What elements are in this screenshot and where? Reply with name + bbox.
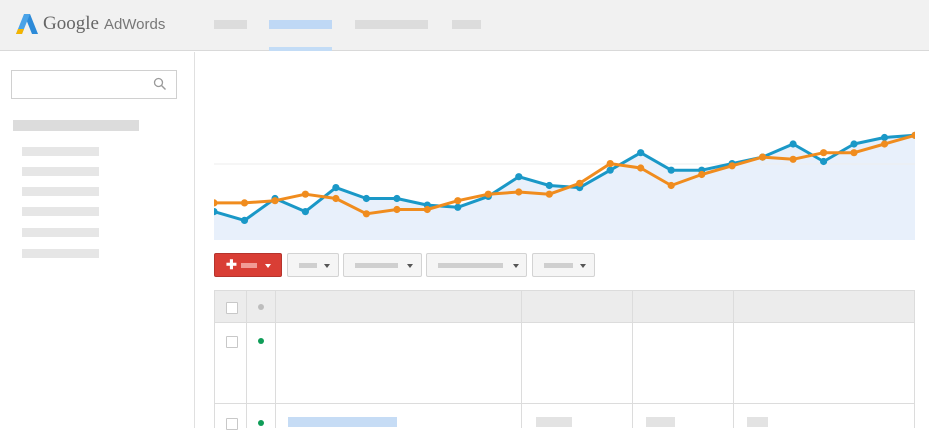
series-2-point[interactable] xyxy=(484,190,492,198)
data-table xyxy=(214,290,915,430)
series-1-point[interactable] xyxy=(667,166,675,174)
row-name-link[interactable] xyxy=(288,417,397,427)
sidebar-item-1[interactable] xyxy=(22,147,99,156)
series-1-point[interactable] xyxy=(454,203,462,211)
series-2-point[interactable] xyxy=(820,149,828,157)
top-navigation-bar: Google AdWords xyxy=(0,0,929,51)
series-1-point[interactable] xyxy=(240,216,249,224)
sidebar-item-5[interactable] xyxy=(22,228,99,237)
series-2-point[interactable] xyxy=(880,140,889,148)
sidebar-item-6[interactable] xyxy=(22,249,99,258)
series-2-point[interactable] xyxy=(214,199,218,207)
search-icon[interactable] xyxy=(153,77,167,91)
series-1-point[interactable] xyxy=(515,173,523,181)
tab-1[interactable] xyxy=(214,20,247,29)
chevron-down-icon xyxy=(265,264,271,268)
series-2-point[interactable] xyxy=(606,160,614,168)
row-checkbox[interactable] xyxy=(226,418,238,430)
plus-icon: ✚ xyxy=(226,257,237,272)
logo-adwords-text: AdWords xyxy=(103,15,166,33)
add-button[interactable]: ✚ xyxy=(214,253,282,277)
logo-google-text: Google xyxy=(43,13,99,34)
search-input[interactable] xyxy=(11,70,177,99)
series-2-point[interactable] xyxy=(728,162,736,170)
series-2-point[interactable] xyxy=(332,194,340,203)
series-2-point[interactable] xyxy=(789,155,797,163)
add-button-label xyxy=(241,263,257,268)
tab-4[interactable] xyxy=(452,20,481,29)
series-2-point[interactable] xyxy=(698,170,706,179)
dropdown-label xyxy=(544,263,573,268)
dropdown-label xyxy=(299,263,317,268)
row-divider xyxy=(215,403,914,404)
series-2-point[interactable] xyxy=(759,153,767,161)
series-2-point[interactable] xyxy=(667,181,675,190)
series-2-point[interactable] xyxy=(271,197,279,205)
series-1-point[interactable] xyxy=(332,184,340,192)
column-divider xyxy=(275,290,276,428)
series-1-point[interactable] xyxy=(789,140,797,148)
series-1-point[interactable] xyxy=(393,194,401,203)
series-1-point[interactable] xyxy=(362,194,370,203)
table-cell xyxy=(747,417,768,427)
status-enabled-icon[interactable] xyxy=(258,338,264,344)
dropdown-label xyxy=(355,263,398,268)
series-2-point[interactable] xyxy=(423,205,431,214)
series-2-point[interactable] xyxy=(545,190,553,198)
adwords-logo-icon xyxy=(16,14,38,34)
series-2-point[interactable] xyxy=(850,149,858,157)
column-divider xyxy=(246,290,247,428)
chevron-down-icon xyxy=(580,264,586,268)
series-1-point[interactable] xyxy=(301,208,309,216)
series-1-point[interactable] xyxy=(637,149,645,157)
series-2-point[interactable] xyxy=(454,197,462,205)
chevron-down-icon xyxy=(324,264,330,268)
series-1-point[interactable] xyxy=(606,166,614,174)
chevron-down-icon xyxy=(407,264,413,268)
table-header xyxy=(215,290,914,323)
series-2-point[interactable] xyxy=(301,190,309,198)
series-2-point[interactable] xyxy=(637,164,645,172)
dropdown-button-2[interactable] xyxy=(343,253,422,277)
sidebar-heading xyxy=(13,120,139,131)
sidebar-item-3[interactable] xyxy=(22,187,99,196)
dropdown-button-3[interactable] xyxy=(426,253,527,277)
dropdown-label xyxy=(438,263,503,268)
series-1-point[interactable] xyxy=(880,133,889,142)
column-divider xyxy=(521,290,522,428)
chevron-down-icon xyxy=(513,264,519,268)
column-divider xyxy=(632,290,633,428)
dropdown-button-1[interactable] xyxy=(287,253,339,277)
series-2-point[interactable] xyxy=(515,188,523,196)
series-2-point[interactable] xyxy=(576,179,584,187)
sidebar xyxy=(0,52,195,428)
google-adwords-logo[interactable]: Google AdWords xyxy=(16,12,165,36)
active-tab-indicator xyxy=(269,47,332,51)
row-checkbox[interactable] xyxy=(226,336,238,348)
column-divider xyxy=(733,290,734,428)
performance-chart-svg xyxy=(214,131,915,240)
dropdown-button-4[interactable] xyxy=(532,253,595,277)
table-cell xyxy=(646,417,675,427)
sidebar-item-4[interactable] xyxy=(22,207,99,216)
status-header-icon[interactable] xyxy=(258,304,264,310)
series-1-point[interactable] xyxy=(545,181,553,190)
series-2-point[interactable] xyxy=(393,205,401,214)
series-2-point[interactable] xyxy=(240,199,249,207)
series-1-point[interactable] xyxy=(850,140,858,148)
series-1-point[interactable] xyxy=(820,157,828,166)
table-cell xyxy=(536,417,572,427)
tab-3[interactable] xyxy=(355,20,428,29)
status-enabled-icon[interactable] xyxy=(258,420,264,426)
sidebar-item-2[interactable] xyxy=(22,167,99,176)
series-2-point[interactable] xyxy=(362,210,370,218)
select-all-checkbox[interactable] xyxy=(226,302,238,314)
performance-chart xyxy=(214,120,915,240)
tab-2-active[interactable] xyxy=(269,20,332,29)
